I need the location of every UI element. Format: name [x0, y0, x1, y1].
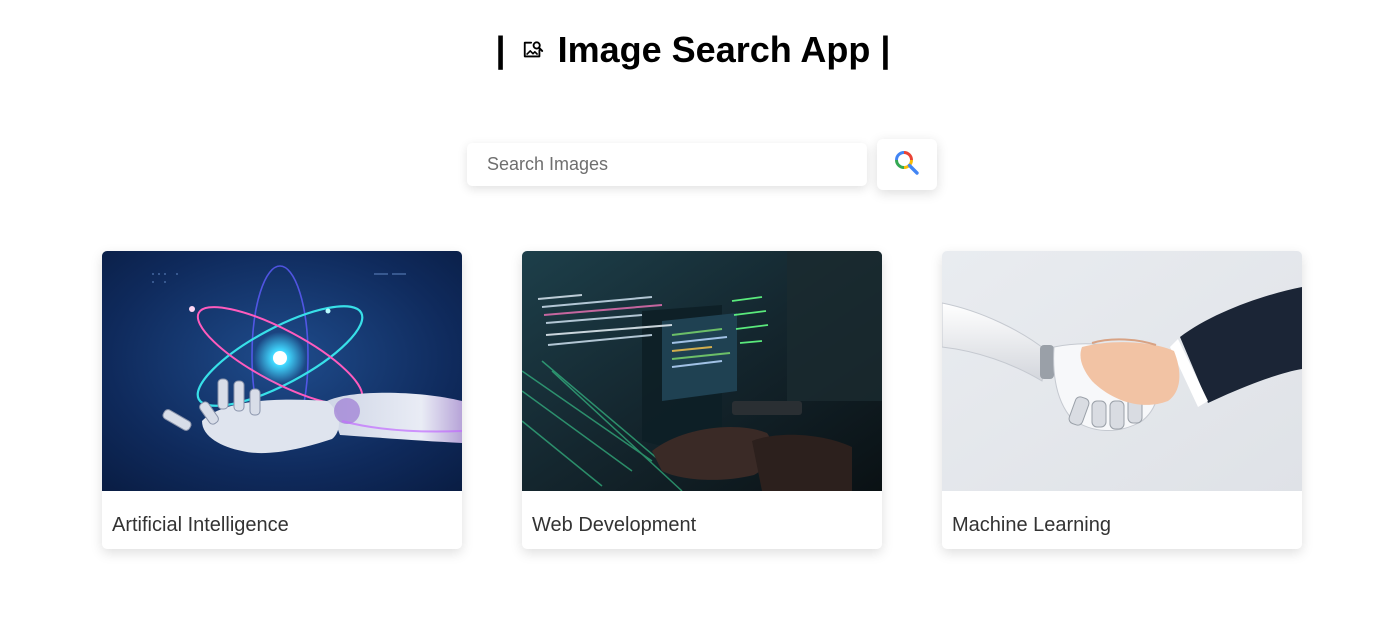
image-search-icon — [522, 27, 544, 71]
result-card[interactable]: Artificial Intelligence — [102, 251, 462, 549]
robot-hand-atom-photo[interactable] — [102, 251, 462, 491]
title-prefix: | — [495, 29, 506, 70]
result-card[interactable]: Machine Learning — [942, 251, 1302, 549]
card-caption[interactable]: Machine Learning — [952, 513, 1111, 537]
page: | Image Search App | Search Images Artif… — [0, 0, 1386, 631]
title-suffix: | — [880, 29, 891, 70]
card-caption[interactable]: Web Development — [532, 513, 696, 537]
code-screen-typing-photo[interactable] — [522, 251, 882, 491]
page-title: | Image Search App | — [0, 28, 1386, 72]
result-card[interactable]: Web Development — [522, 251, 882, 549]
title-text: Image Search App — [557, 29, 871, 70]
search-input[interactable] — [467, 143, 867, 186]
robot-human-handshake-photo[interactable] — [942, 251, 1302, 491]
search-button[interactable] — [877, 139, 937, 190]
card-caption[interactable]: Artificial Intelligence — [112, 513, 289, 537]
google-search-icon — [894, 150, 920, 179]
